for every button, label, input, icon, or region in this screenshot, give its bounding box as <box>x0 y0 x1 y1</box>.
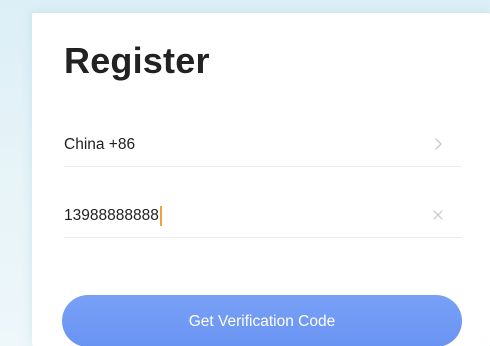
clear-icon[interactable] <box>430 207 446 223</box>
country-code-selector[interactable]: China +86 <box>64 122 462 167</box>
page-title: Register <box>64 40 210 81</box>
chevron-right-icon <box>435 138 442 150</box>
text-cursor <box>159 206 162 226</box>
register-card: Register China +86 13988888888 Get Verif… <box>32 13 490 346</box>
country-code-value: China +86 <box>64 136 136 153</box>
phone-number-value: 13988888888 <box>64 207 159 224</box>
phone-number-field[interactable]: 13988888888 <box>64 193 462 238</box>
phone-number-input[interactable]: 13988888888 <box>64 206 162 226</box>
get-verification-code-button[interactable]: Get Verification Code <box>62 295 462 346</box>
